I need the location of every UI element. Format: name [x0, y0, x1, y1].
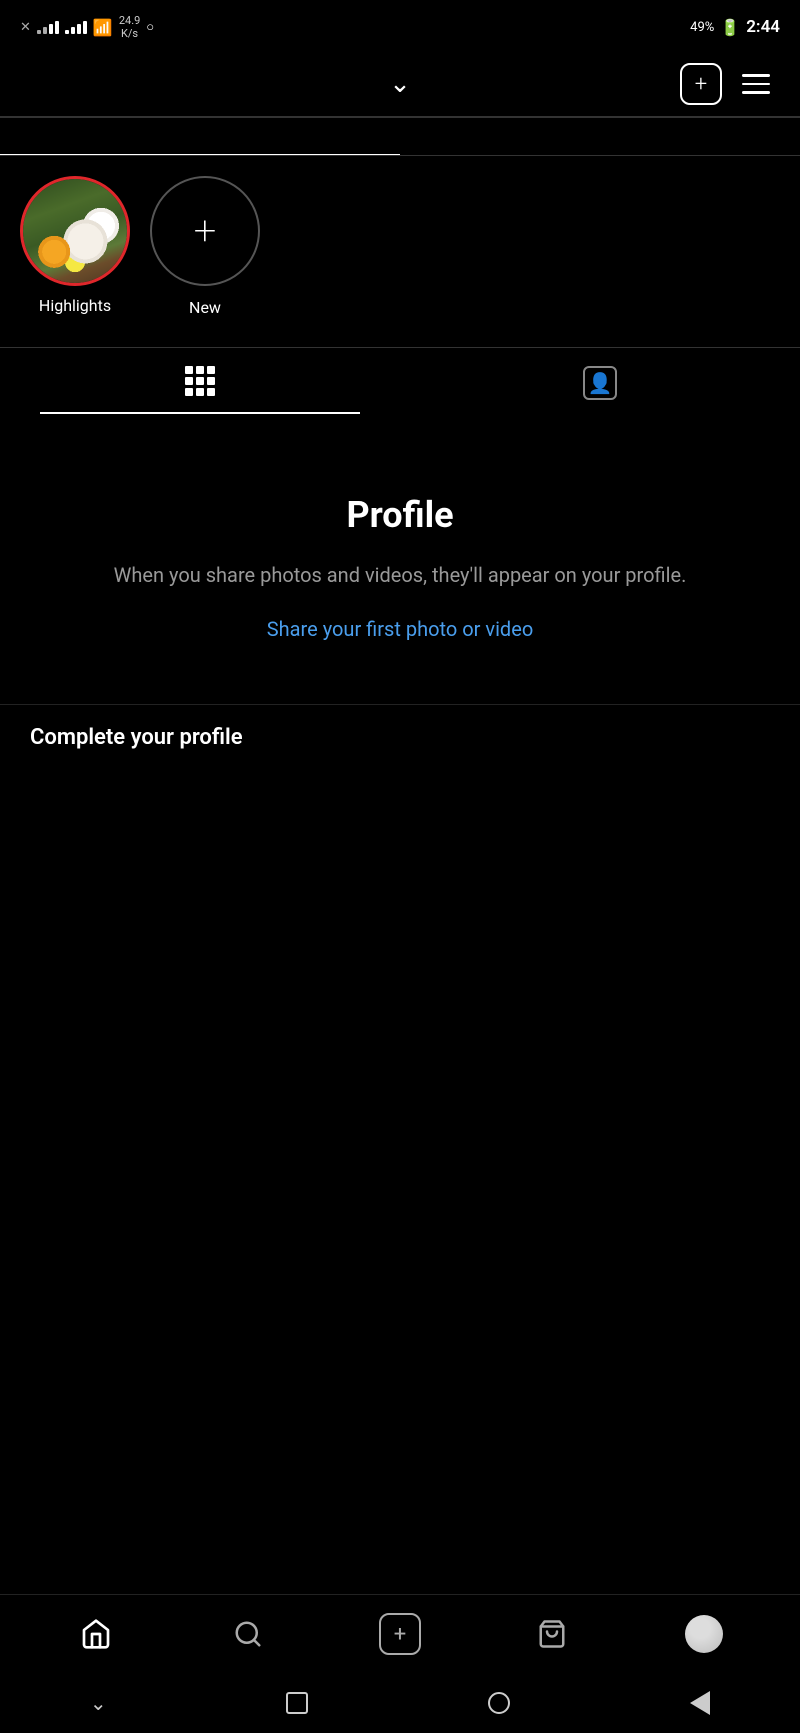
bottom-profile-button[interactable] — [679, 1609, 729, 1659]
circle-icon — [488, 1692, 510, 1714]
android-back-button[interactable] — [690, 1691, 710, 1715]
add-plus-icon: + — [394, 1622, 406, 1647]
home-icon — [80, 1618, 112, 1650]
top-tab-item-2[interactable] — [400, 120, 800, 155]
data-speed: 24.9 K/s — [119, 14, 140, 40]
status-right: 49% 🔋 2:44 — [690, 17, 780, 37]
chevron-down-icon[interactable]: ⌄ — [389, 69, 411, 99]
person-icon: 👤 — [588, 371, 613, 395]
highlights-avatar[interactable] — [20, 176, 130, 286]
status-left: ✕ 📶 24.9 K/s ○ — [20, 14, 154, 40]
tab-grid[interactable] — [0, 348, 400, 414]
menu-line-2 — [742, 83, 770, 86]
add-post-button[interactable]: + — [680, 63, 722, 105]
top-tab-line — [0, 116, 800, 118]
profile-tabs-top — [0, 120, 800, 156]
profile-empty-description: When you share photos and videos, they'l… — [114, 560, 687, 590]
plus-icon: + — [695, 72, 707, 97]
chevron-down-icon: ⌄ — [90, 1691, 107, 1715]
hamburger-menu-button[interactable] — [742, 74, 770, 94]
back-triangle-icon — [690, 1691, 710, 1715]
complete-profile-section: Complete your profile — [0, 704, 800, 766]
profile-avatar — [685, 1615, 723, 1653]
time-display: 2:44 — [746, 17, 780, 37]
account-dropdown[interactable]: ⌄ — [389, 69, 411, 99]
bottom-shop-button[interactable] — [527, 1609, 577, 1659]
search-icon — [233, 1619, 263, 1649]
grid-icon — [185, 366, 215, 396]
top-nav: ⌄ + — [0, 52, 800, 116]
square-icon — [286, 1692, 308, 1714]
new-story-circle[interactable]: + — [150, 176, 260, 286]
highlights-photo — [23, 179, 127, 283]
complete-profile-title: Complete your profile — [30, 725, 770, 750]
android-minimize-button[interactable]: ⌄ — [90, 1691, 107, 1715]
profile-empty-state: Profile When you share photos and videos… — [0, 414, 800, 704]
android-home-button[interactable] — [488, 1692, 510, 1714]
tab-tagged[interactable]: 👤 — [400, 348, 800, 414]
new-story-item[interactable]: + New — [150, 176, 260, 317]
top-tab-item-1[interactable] — [0, 120, 400, 156]
android-nav-bar: ⌄ — [0, 1673, 800, 1733]
battery-icon: 🔋 — [720, 18, 740, 37]
android-recent-button[interactable] — [286, 1692, 308, 1714]
shop-icon — [537, 1619, 567, 1649]
wifi-icon: 📶 — [93, 18, 113, 37]
bottom-add-button[interactable]: + — [375, 1609, 425, 1659]
menu-line-1 — [742, 74, 770, 77]
share-first-photo-link[interactable]: Share your first photo or video — [267, 614, 533, 644]
tagged-icon: 👤 — [583, 366, 617, 400]
signal-x-icon: ✕ — [20, 20, 31, 35]
content-tab-bar: 👤 — [0, 347, 800, 414]
bottom-nav-bar: + — [0, 1594, 800, 1673]
highlights-label: Highlights — [39, 296, 111, 315]
bottom-search-button[interactable] — [223, 1609, 273, 1659]
profile-empty-title: Profile — [346, 494, 453, 536]
menu-line-3 — [742, 91, 770, 94]
highlights-item[interactable]: Highlights — [20, 176, 130, 315]
status-bar: ✕ 📶 24.9 K/s ○ 49% 🔋 2:44 — [0, 0, 800, 52]
signal-bars-1 — [37, 21, 59, 34]
highlights-section: Highlights + New — [0, 156, 800, 337]
new-story-plus-icon: + — [194, 211, 217, 251]
add-icon-box: + — [379, 1613, 421, 1655]
bottom-home-button[interactable] — [71, 1609, 121, 1659]
new-story-label: New — [189, 298, 221, 317]
battery-percentage: 49% — [690, 20, 714, 35]
signal-bars-2 — [65, 21, 87, 34]
nav-right-icons: + — [680, 63, 770, 105]
circle-indicator: ○ — [146, 19, 154, 35]
